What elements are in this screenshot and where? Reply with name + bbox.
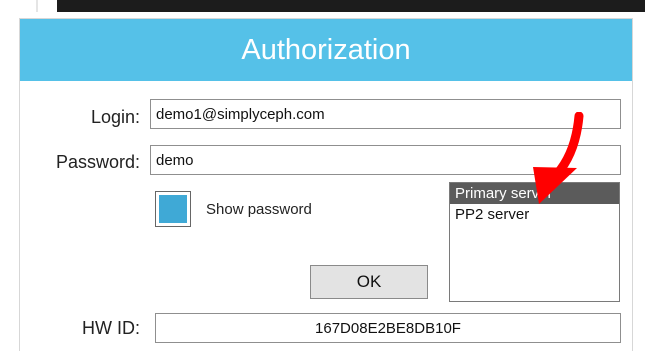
background-divider [36,0,38,12]
show-password-checkbox[interactable] [155,191,191,227]
dialog-title-bar: Authorization [20,19,632,81]
password-label: Password: [55,152,140,172]
red-arrow-icon [533,112,584,204]
ok-button[interactable]: OK [310,265,428,299]
login-value: demo1@simplyceph.com [156,105,325,123]
login-label: Login: [90,107,140,127]
hwid-value: 167D08E2BE8DB10F [315,319,461,337]
show-password-label: Show password [206,201,312,218]
dialog-title: Authorization [241,33,411,66]
checkbox-checked-fill [159,195,187,223]
background-top-bar [57,0,645,12]
server-item-label: PP2 server [455,206,530,223]
hwid-label: HW ID: [82,318,140,338]
ok-button-label: OK [356,272,382,291]
password-value: demo [156,151,194,169]
authorization-dialog: Authorization Login: demo1@simplyceph.co… [19,18,633,351]
hwid-field: 167D08E2BE8DB10F [155,313,621,343]
server-item-pp2[interactable]: PP2 server [450,204,619,225]
